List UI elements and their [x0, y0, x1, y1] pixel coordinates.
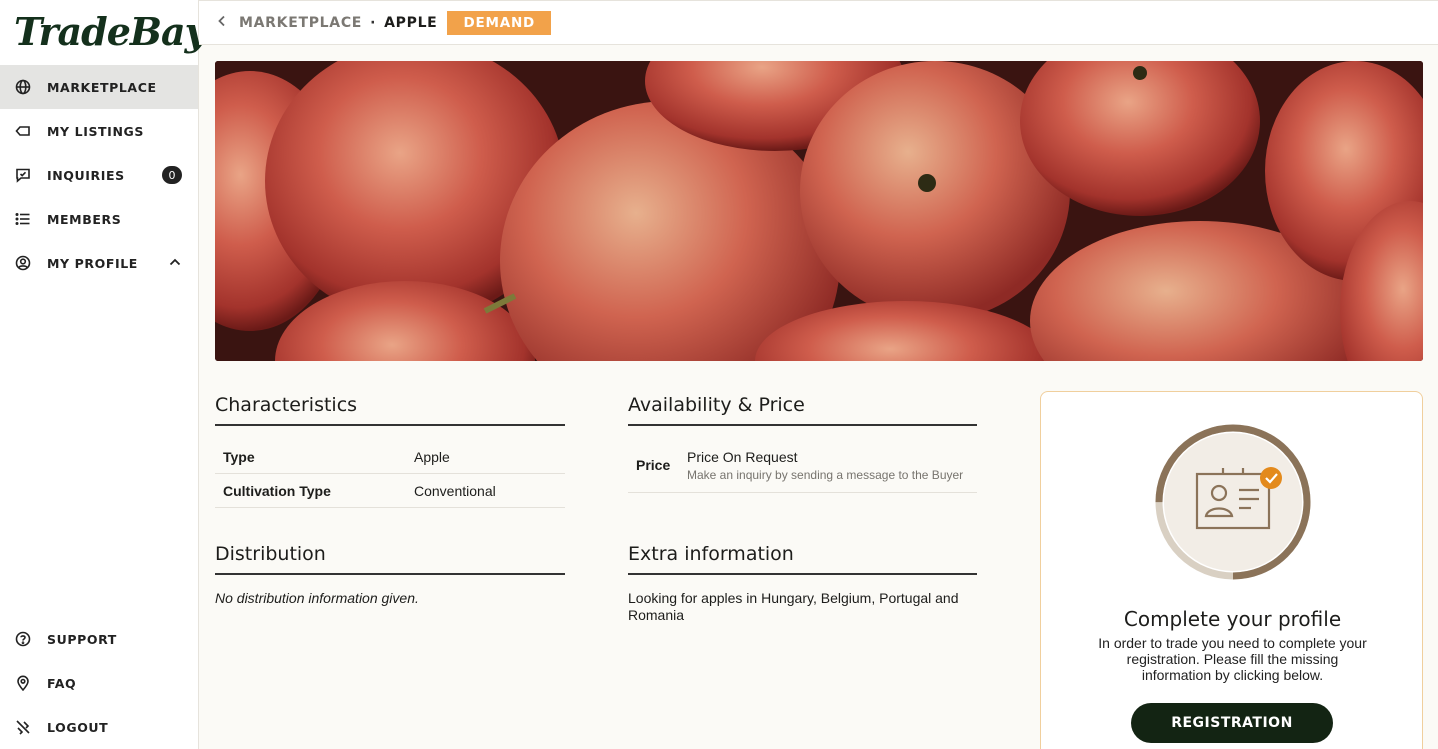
tag-icon — [15, 123, 31, 139]
row-value: Conventional — [414, 482, 496, 499]
sidebar-item-label: MEMBERS — [47, 211, 122, 227]
logout-icon — [15, 719, 31, 735]
sidebar-item-label: SUPPORT — [47, 631, 117, 647]
profile-progress-ring — [1155, 424, 1311, 580]
sidebar: TradeBay MARKETPLACE MY LISTINGS INQUIRI… — [0, 0, 207, 749]
breadcrumb-marketplace-link[interactable]: MARKETPLACE — [239, 15, 362, 31]
price-value: Price On Request — [687, 449, 798, 465]
registration-button[interactable]: REGISTRATION — [1131, 703, 1333, 743]
complete-profile-text: In order to trade you need to complete y… — [1098, 635, 1367, 683]
sidebar-item-support[interactable]: SUPPORT — [0, 617, 198, 661]
chevron-up-icon[interactable] — [168, 255, 182, 269]
sidebar-item-my-listings[interactable]: MY LISTINGS — [0, 109, 198, 153]
row-value: Apple — [414, 448, 450, 465]
sidebar-item-inquiries[interactable]: INQUIRIES 0 — [0, 153, 198, 197]
location-pin-icon — [15, 675, 31, 691]
breadcrumb: MARKETPLACE · APPLE DEMAND — [199, 0, 1438, 45]
user-circle-icon — [15, 255, 31, 271]
row-key: Type — [223, 448, 255, 465]
complete-profile-card: Complete your profile In order to trade … — [1040, 391, 1423, 749]
sidebar-item-marketplace[interactable]: MARKETPLACE — [0, 65, 198, 109]
price-note: Make an inquiry by sending a message to … — [687, 468, 964, 482]
sidebar-item-faq[interactable]: FAQ — [0, 661, 198, 705]
distribution-title: Distribution — [215, 543, 565, 575]
sidebar-item-label: FAQ — [47, 675, 77, 691]
inquiries-count-badge: 0 — [162, 166, 182, 184]
price-row: Price Price On Request Make an inquiry b… — [628, 440, 977, 493]
distribution-text: No distribution information given. — [215, 590, 419, 606]
sidebar-item-label: INQUIRIES — [47, 167, 125, 183]
sidebar-item-label: MY PROFILE — [47, 255, 138, 271]
complete-profile-title: Complete your profile — [1123, 607, 1342, 631]
product-hero-image — [215, 61, 1423, 361]
characteristics-title: Characteristics — [215, 394, 565, 426]
breadcrumb-separator: · — [370, 14, 377, 31]
sidebar-item-label: MARKETPLACE — [47, 79, 157, 95]
sidebar-item-label: LOGOUT — [47, 719, 109, 735]
message-icon — [15, 167, 31, 183]
logo[interactable]: TradeBay — [14, 6, 207, 58]
sidebar-item-members[interactable]: MEMBERS — [0, 197, 198, 241]
globe-icon — [15, 79, 31, 95]
row-key: Cultivation Type — [223, 482, 331, 499]
table-row: Type Apple — [215, 440, 565, 474]
extra-info-title: Extra information — [628, 543, 977, 575]
help-circle-icon — [15, 631, 31, 647]
sidebar-item-my-profile[interactable]: MY PROFILE — [0, 241, 198, 285]
sidebar-item-logout[interactable]: LOGOUT — [0, 705, 198, 749]
table-row: Cultivation Type Conventional — [215, 474, 565, 508]
demand-tag: DEMAND — [447, 10, 552, 35]
availability-title: Availability & Price — [628, 394, 977, 426]
extra-info-text: Looking for apples in Hungary, Belgium, … — [628, 590, 959, 623]
red-apples-photo — [215, 61, 1423, 361]
chevron-left-icon[interactable] — [215, 14, 229, 32]
check-badge-icon — [1260, 467, 1282, 489]
list-icon — [15, 211, 31, 227]
sidebar-item-label: MY LISTINGS — [47, 123, 144, 139]
breadcrumb-current: APPLE — [384, 14, 438, 31]
price-label: Price — [636, 457, 671, 473]
